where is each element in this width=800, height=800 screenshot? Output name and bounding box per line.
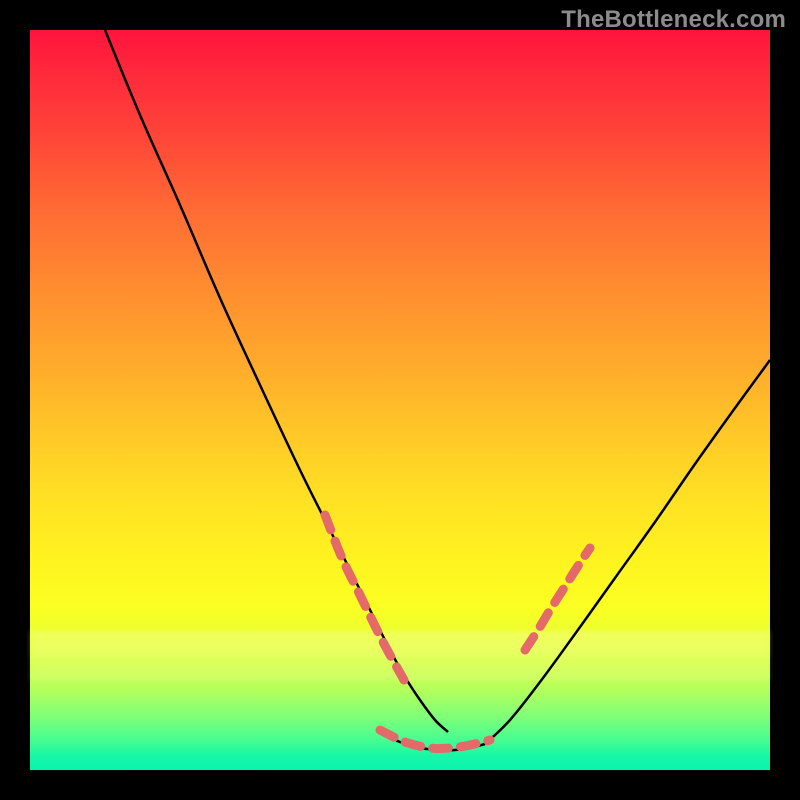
curve-right-limb: [485, 360, 770, 744]
dash-left-limb: [325, 515, 404, 680]
chart-stage: TheBottleneck.com: [0, 0, 800, 800]
chart-svg: [30, 30, 770, 770]
dash-right-limb: [525, 548, 590, 650]
curve-left-limb: [105, 30, 448, 732]
dash-valley: [380, 730, 490, 749]
chart-plot-area: [30, 30, 770, 770]
